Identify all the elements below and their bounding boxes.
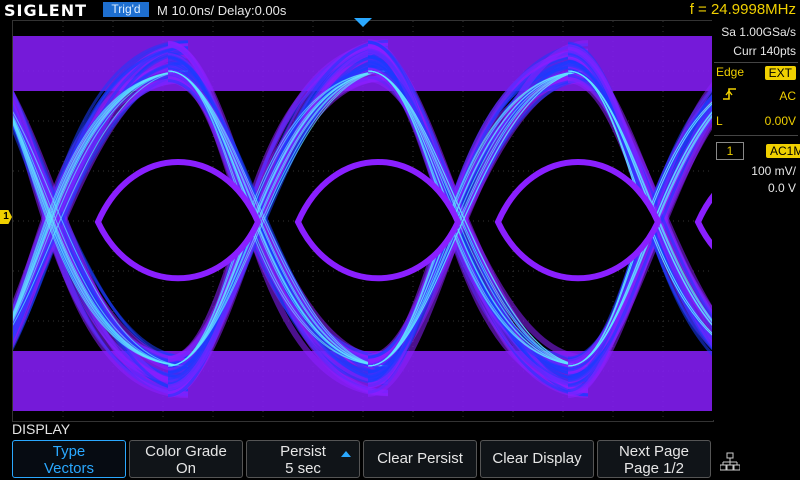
type-value: Vectors — [43, 460, 95, 477]
menu-title: DISPLAY — [12, 421, 71, 437]
trigger-level-label: L — [716, 114, 723, 128]
next-page-label: Next Page — [618, 443, 690, 460]
trigger-level: 0.00V — [764, 114, 796, 128]
trigger-coupling: AC — [779, 89, 796, 103]
network-icon — [719, 452, 741, 472]
channel1-scale: 100 mV/ — [751, 164, 796, 178]
color-grade-value: On — [175, 460, 196, 477]
rising-edge-icon — [722, 86, 738, 107]
trigger-status-badge: Trig'd — [103, 2, 149, 17]
clear-persist-softkey[interactable]: Clear Persist — [363, 440, 477, 478]
eye-diagram — [13, 21, 713, 421]
frequency-counter: f = 24.9998MHz — [689, 1, 796, 18]
clear-display-label: Clear Display — [492, 450, 582, 467]
adjust-knob-icon — [341, 451, 351, 457]
type-label: Type — [52, 443, 86, 460]
sample-rate: Sa 1.00GSa/s — [721, 25, 796, 39]
page-indicator: Page 1/2 — [623, 460, 685, 477]
persist-softkey[interactable]: Persist 5 sec — [246, 440, 360, 478]
trigger-source: EXT — [764, 64, 796, 82]
clear-display-softkey[interactable]: Clear Display — [480, 440, 594, 478]
info-panel: Sa 1.00GSa/s Curr 140pts Edge EXT AC L 0… — [712, 20, 800, 420]
color-grade-softkey[interactable]: Color Grade On — [129, 440, 243, 478]
brand-logo: SIGLENT — [4, 1, 88, 20]
channel1-offset-marker[interactable]: 1 — [0, 210, 12, 224]
color-grade-label: Color Grade — [145, 443, 227, 460]
trigger-position-marker[interactable] — [354, 18, 372, 27]
timebase-readout: M 10.0ns/ Delay:0.00s — [157, 3, 287, 18]
memory-depth: Curr 140pts — [733, 44, 796, 58]
type-softkey[interactable]: Type Vectors — [12, 440, 126, 478]
persist-value: 5 sec — [285, 460, 321, 477]
next-page-softkey[interactable]: Next Page Page 1/2 — [597, 440, 711, 478]
clear-persist-label: Clear Persist — [377, 450, 463, 467]
delay-readout: Delay:0.00s — [217, 3, 287, 18]
channel1-offset: 0.0 V — [767, 181, 796, 195]
channel1-coupling: AC1M — [766, 144, 800, 158]
trigger-type: Edge — [716, 65, 745, 79]
channel1-label[interactable]: 1 — [716, 142, 744, 160]
waveform-display[interactable] — [12, 20, 714, 422]
status-bar: SIGLENT Trig'd M 10.0ns/ Delay:0.00s f =… — [0, 0, 800, 20]
